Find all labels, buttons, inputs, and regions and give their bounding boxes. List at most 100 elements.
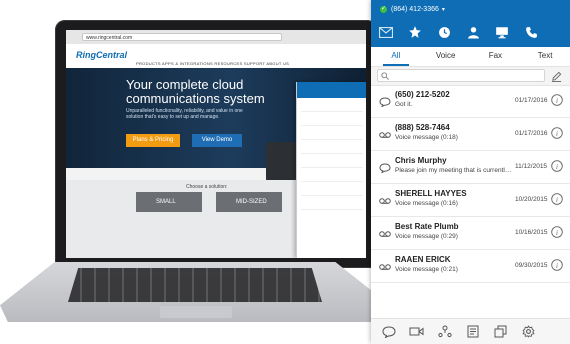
message-preview: Voice message (0:18) xyxy=(395,134,458,141)
main-nav xyxy=(371,20,570,44)
user-icon xyxy=(467,26,479,38)
site-header: RingCentral PRODUCTS APPS & INTEGRATIONS… xyxy=(66,44,366,68)
info-icon[interactable]: i xyxy=(551,127,563,139)
copy-icon xyxy=(494,325,507,338)
message-preview: Please join my meeting that is currently… xyxy=(395,167,513,174)
svg-text:i: i xyxy=(556,229,558,237)
chat-icon xyxy=(381,325,396,338)
view-demo-button: View Demo xyxy=(192,134,242,147)
phone-number: (864) 412-3366 xyxy=(391,5,439,13)
message-date: 09/30/2015 xyxy=(515,262,548,269)
contact-name: (888) 528-7464 xyxy=(395,123,450,132)
voicemail-icon xyxy=(379,198,391,204)
tab-text[interactable]: Text xyxy=(520,47,570,65)
message-date: 01/17/2016 xyxy=(515,130,548,137)
monitor-icon xyxy=(496,26,508,38)
conference-button[interactable] xyxy=(434,322,455,342)
laptop-keyboard xyxy=(68,268,322,302)
svg-text:i: i xyxy=(556,130,558,138)
info-icon[interactable]: i xyxy=(551,94,563,106)
choose-title: Choose a solution: xyxy=(186,184,228,190)
list-item[interactable]: (888) 528-7464 Voice message (0:18) 01/17/… xyxy=(371,118,570,151)
video-icon xyxy=(409,327,424,336)
list-item[interactable]: RAAEN ERICK Voice message (0:21) 09/30/201… xyxy=(371,250,570,283)
mail-icon xyxy=(379,26,393,38)
desk-phone-image xyxy=(266,142,296,182)
message-date: 10/20/2015 xyxy=(515,196,548,203)
contact-name: Best Rate Plumb xyxy=(395,222,459,231)
nav-meetings[interactable] xyxy=(488,20,516,44)
settings-button[interactable] xyxy=(518,322,539,342)
tab-fax[interactable]: Fax xyxy=(471,47,521,65)
message-icon xyxy=(379,97,391,107)
voicemail-icon xyxy=(379,132,391,138)
site-logo: RingCentral xyxy=(76,50,128,60)
contact-name: (650) 212-5202 xyxy=(395,90,450,99)
info-icon[interactable]: i xyxy=(551,259,563,271)
browser-url: www.ringcentral.com xyxy=(82,33,282,41)
presence-status[interactable]: ✓ (864) 412-3366 ▾ xyxy=(380,4,445,14)
info-icon[interactable]: i xyxy=(551,160,563,172)
mini-app-window xyxy=(296,82,366,258)
message-date: 01/17/2016 xyxy=(515,97,548,104)
bottom-toolbar xyxy=(371,318,570,344)
message-preview: Voice message (0:29) xyxy=(395,233,458,240)
site-nav: PRODUCTS APPS & INTEGRATIONS RESOURCES S… xyxy=(136,61,290,66)
nav-history[interactable] xyxy=(430,20,458,44)
filter-tabs: All Voice Fax Text xyxy=(371,47,570,66)
hero-subtitle: Unparalleled functionality, reliability,… xyxy=(126,108,243,120)
plans-pricing-button: Plans & Pricing xyxy=(126,134,180,147)
fax-button[interactable] xyxy=(462,322,483,342)
browser-toolbar: www.ringcentral.com xyxy=(66,30,366,45)
nav-dialpad[interactable] xyxy=(517,20,545,44)
phone-icon xyxy=(525,26,537,38)
svg-text:i: i xyxy=(556,163,558,171)
conference-icon xyxy=(437,325,452,338)
contact-name: SHERELL HAYYES xyxy=(395,189,467,198)
message-icon xyxy=(379,163,391,173)
nav-messages[interactable] xyxy=(372,20,400,44)
list-item[interactable]: (650) 212-5202 Got it. 01/17/2016 i xyxy=(371,85,570,118)
nav-favorites[interactable] xyxy=(401,20,429,44)
search-icon xyxy=(381,72,389,80)
list-item[interactable]: SHERELL HAYYES Voice message (0:16) 10/20/… xyxy=(371,184,570,217)
laptop-trackpad xyxy=(160,306,232,318)
message-date: 10/16/2015 xyxy=(515,229,548,236)
message-date: 11/12/2015 xyxy=(515,163,548,170)
fax-icon xyxy=(467,325,478,338)
list-item[interactable]: Chris Murphy Please join my meeting that … xyxy=(371,151,570,184)
laptop-image: www.ringcentral.com RingCentral PRODUCTS… xyxy=(0,0,390,343)
tab-voice[interactable]: Voice xyxy=(421,47,471,65)
message-list: (650) 212-5202 Got it. 01/17/2016 i (888) 52… xyxy=(371,85,570,283)
message-preview: Got it. xyxy=(395,101,413,108)
contact-name: Chris Murphy xyxy=(395,156,447,165)
svg-text:i: i xyxy=(556,97,558,105)
nav-contacts[interactable] xyxy=(459,20,487,44)
star-icon xyxy=(409,26,421,38)
svg-text:i: i xyxy=(556,196,558,204)
chat-button[interactable] xyxy=(378,322,399,342)
clock-icon xyxy=(438,26,450,38)
message-preview: Voice message (0:16) xyxy=(395,200,458,207)
laptop-screen: www.ringcentral.com RingCentral PRODUCTS… xyxy=(66,30,366,258)
info-icon[interactable]: i xyxy=(551,193,563,205)
copy-button[interactable] xyxy=(490,322,511,342)
svg-text:i: i xyxy=(556,262,558,270)
compose-icon[interactable] xyxy=(551,71,562,82)
voicemail-icon xyxy=(379,264,391,270)
settings-icon xyxy=(522,325,535,338)
app-topbar: ✓ (864) 412-3366 ▾ xyxy=(371,0,570,47)
hero-title: Your complete cloud communications syste… xyxy=(126,77,265,106)
ringcentral-app-panel: ✓ (864) 412-3366 ▾ All Voice Fax Text (6… xyxy=(371,0,570,344)
chevron-down-icon: ▾ xyxy=(441,6,445,13)
search-bar xyxy=(371,66,570,86)
list-item[interactable]: Best Rate Plumb Voice message (0:29) 10/16… xyxy=(371,217,570,250)
tab-all[interactable]: All xyxy=(371,47,421,66)
video-button[interactable] xyxy=(406,322,427,342)
contact-name: RAAEN ERICK xyxy=(395,255,451,264)
info-icon[interactable]: i xyxy=(551,226,563,238)
voicemail-icon xyxy=(379,231,391,237)
status-check-icon: ✓ xyxy=(380,5,387,13)
plan-small: SMALL xyxy=(136,192,202,212)
search-input[interactable] xyxy=(377,69,545,82)
